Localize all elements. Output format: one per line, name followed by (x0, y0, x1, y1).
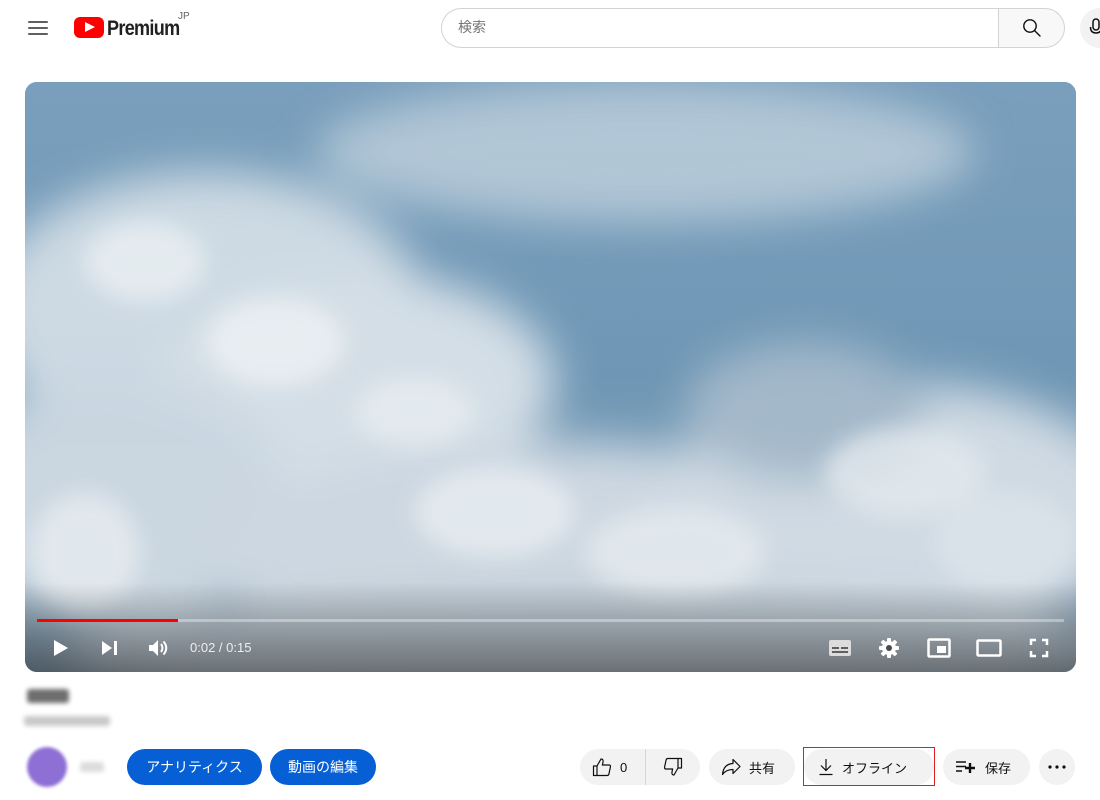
mic-icon (1089, 18, 1100, 34)
mute-button[interactable] (143, 632, 175, 664)
next-button[interactable] (94, 632, 126, 664)
share-label: 共有 (749, 761, 776, 777)
menu-icon (28, 21, 48, 23)
video-title-redacted (27, 689, 69, 703)
time-display: 0:02 / 0:15 (190, 640, 252, 655)
theater-icon (976, 639, 1002, 657)
miniplayer-button[interactable] (923, 632, 955, 664)
player-controls: 0:02 / 0:15 (25, 632, 1076, 664)
settings-button[interactable] (873, 632, 905, 664)
download-icon (819, 759, 833, 776)
save-label: 保存 (985, 761, 1012, 777)
search-icon (1022, 19, 1041, 37)
analytics-button[interactable]: アナリティクス (127, 749, 262, 785)
voice-search-button[interactable] (1080, 8, 1100, 48)
next-icon (102, 641, 117, 655)
menu-button[interactable] (20, 12, 56, 44)
youtube-logo-icon (74, 17, 104, 38)
search-button[interactable] (998, 8, 1065, 48)
theater-mode-button[interactable] (973, 632, 1005, 664)
region-code: JP (178, 11, 190, 22)
share-icon (721, 758, 741, 776)
share-button[interactable]: 共有 (709, 749, 795, 785)
settings-icon (879, 638, 899, 658)
like-icon (592, 758, 612, 777)
play-icon (54, 640, 68, 656)
video-meta-redacted (24, 716, 110, 726)
like-button[interactable]: 0 (580, 749, 646, 785)
offline-download-button[interactable]: オフライン (804, 749, 934, 785)
edit-video-button[interactable]: 動画の編集 (270, 749, 376, 785)
subtitles-icon (829, 640, 851, 656)
progress-bar[interactable] (37, 619, 1064, 622)
video-player[interactable]: 0:02 / 0:15 (25, 82, 1076, 672)
save-to-playlist-button[interactable]: 保存 (943, 749, 1030, 785)
dislike-button[interactable] (646, 749, 700, 785)
fullscreen-button[interactable] (1023, 632, 1055, 664)
like-dislike-group: 0 (580, 749, 700, 785)
search-bar (441, 8, 1065, 48)
miniplayer-icon (927, 638, 951, 658)
channel-name-redacted (80, 762, 104, 772)
logo-text: Premium (107, 17, 180, 40)
progress-played (37, 619, 178, 622)
search-input[interactable] (441, 8, 998, 48)
play-button[interactable] (45, 632, 77, 664)
dislike-icon (663, 757, 683, 776)
offline-label: オフライン (842, 761, 908, 777)
fullscreen-icon (1029, 638, 1049, 658)
avatar[interactable] (27, 747, 67, 787)
more-icon (1048, 765, 1066, 769)
subtitles-button[interactable] (824, 632, 856, 664)
volume-icon (149, 640, 168, 656)
save-playlist-icon (956, 761, 975, 773)
more-actions-button[interactable] (1039, 749, 1075, 785)
like-count: 0 (620, 759, 628, 775)
